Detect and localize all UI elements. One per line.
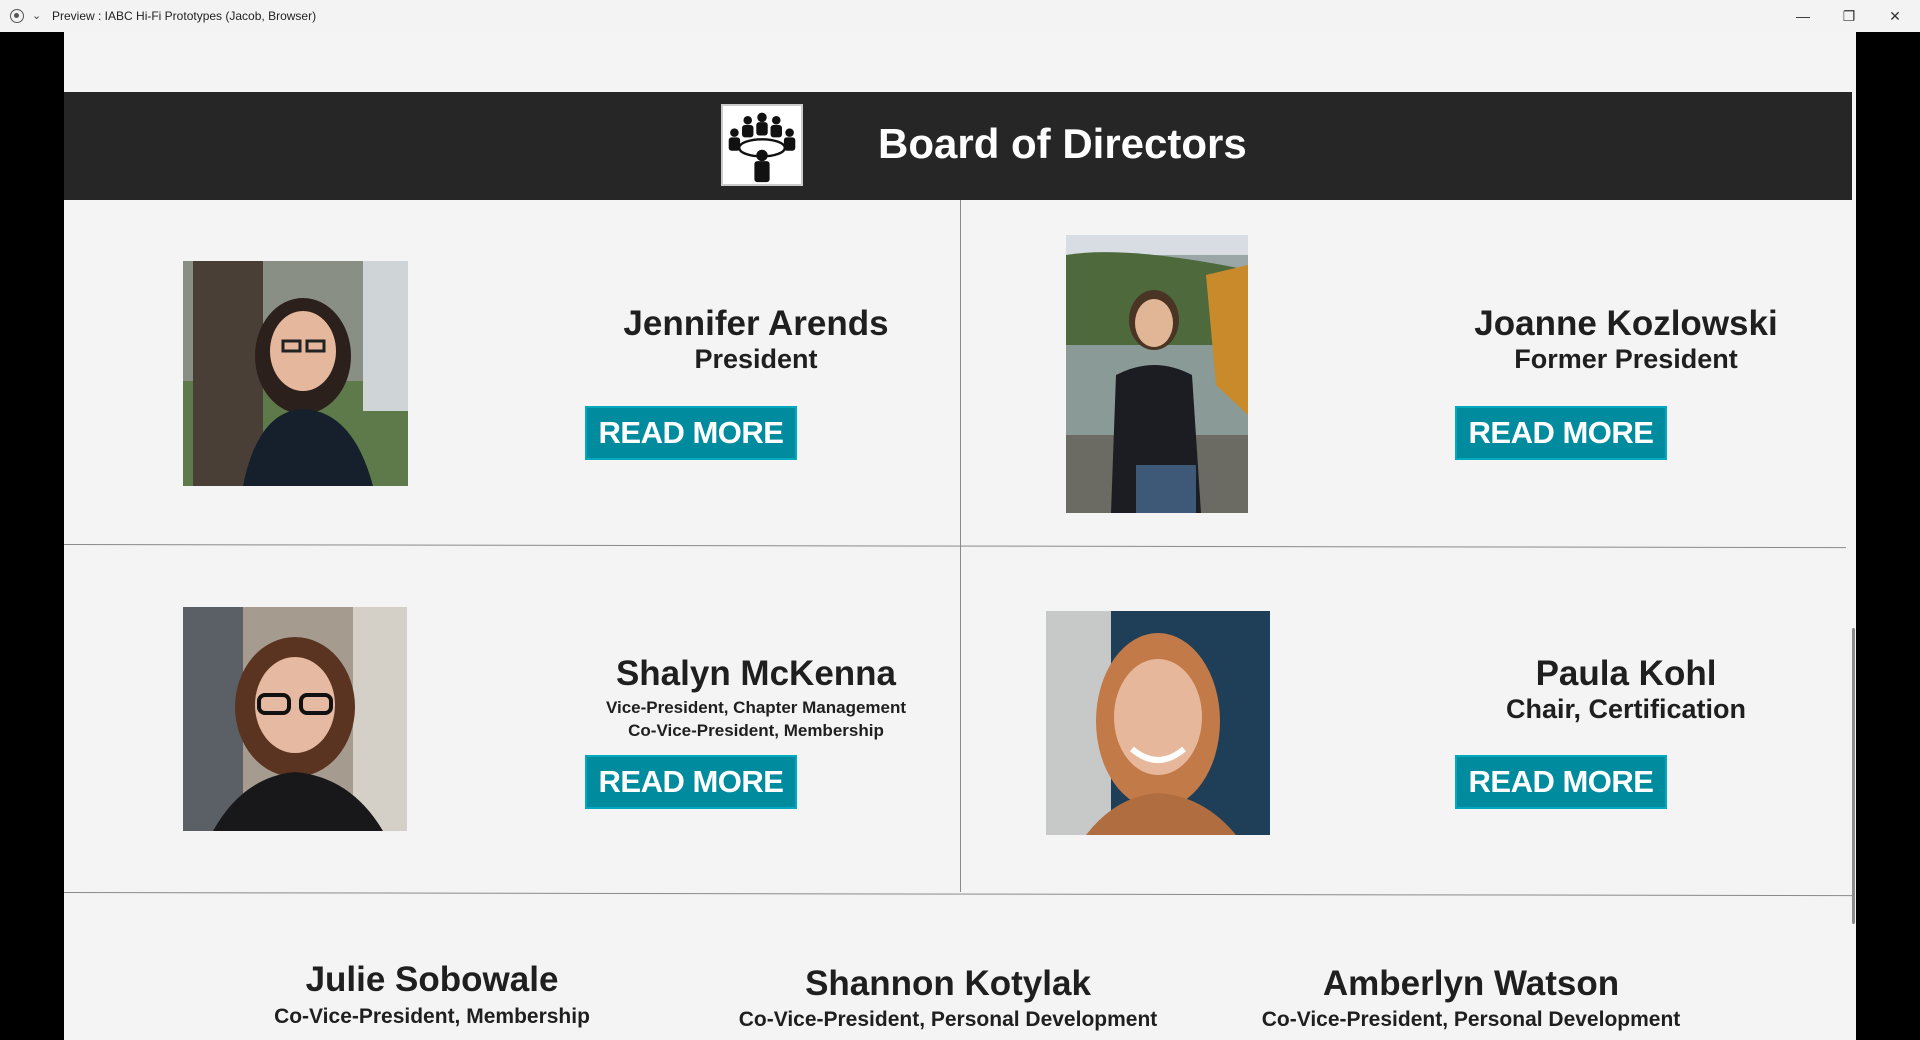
app-icon[interactable] xyxy=(10,9,24,23)
director-name: Paula Kohl xyxy=(1535,654,1717,693)
close-button[interactable]: ✕ xyxy=(1872,0,1918,32)
page-title: Board of Directors xyxy=(878,120,1247,167)
director-role: Former President xyxy=(1514,344,1738,374)
grid-divider-row-1 xyxy=(64,544,1846,549)
minimize-button[interactable]: — xyxy=(1780,0,1826,32)
close-icon: ✕ xyxy=(1889,7,1901,24)
director-role: Chair, Certification xyxy=(1505,694,1747,724)
director-photo xyxy=(1066,235,1248,513)
read-more-button[interactable]: READ MORE xyxy=(585,755,797,809)
window-title: Preview : IABC Hi-Fi Prototypes (Jacob, … xyxy=(52,9,317,23)
maximize-icon: ❐ xyxy=(1842,7,1856,24)
grid-divider-row-2 xyxy=(64,892,1856,897)
director-role: Co-Vice-President, Personal Development xyxy=(1261,1008,1681,1031)
chevron-down-icon[interactable]: ⌄ xyxy=(32,9,41,22)
director-name: Shalyn McKenna xyxy=(615,654,897,693)
read-more-button[interactable]: READ MORE xyxy=(1455,406,1667,460)
director-photo xyxy=(1046,611,1270,835)
read-more-button[interactable]: READ MORE xyxy=(1455,755,1667,809)
director-name: Jennifer Arends xyxy=(623,304,889,343)
scrollbar-thumb[interactable] xyxy=(1852,628,1855,924)
director-photo xyxy=(183,261,408,486)
director-name: Joanne Kozlowski xyxy=(1474,304,1778,343)
director-name: Shannon Kotylak xyxy=(805,964,1091,1003)
page-viewport[interactable]: Board of Directors Jennifer Arends Presi… xyxy=(64,32,1856,1040)
director-role: President xyxy=(694,344,818,374)
director-role: Co-Vice-President, Personal Development xyxy=(738,1008,1158,1031)
maximize-button[interactable]: ❐ xyxy=(1826,0,1872,32)
director-photo xyxy=(183,607,407,831)
director-role: Vice-President, Chapter Management xyxy=(605,698,907,717)
board-meeting-icon xyxy=(721,104,803,186)
read-more-button[interactable]: READ MORE xyxy=(585,406,797,460)
director-name: Amberlyn Watson xyxy=(1322,964,1620,1003)
director-role: Co-Vice-President, Membership xyxy=(628,721,884,740)
page-banner: Board of Directors xyxy=(64,92,1856,200)
director-name: Julie Sobowale xyxy=(305,960,559,999)
minimize-icon: — xyxy=(1796,8,1810,24)
director-role: Co-Vice-President, Membership xyxy=(274,1005,590,1028)
window-titlebar: ⌄ Preview : IABC Hi-Fi Prototypes (Jacob… xyxy=(0,0,1920,32)
